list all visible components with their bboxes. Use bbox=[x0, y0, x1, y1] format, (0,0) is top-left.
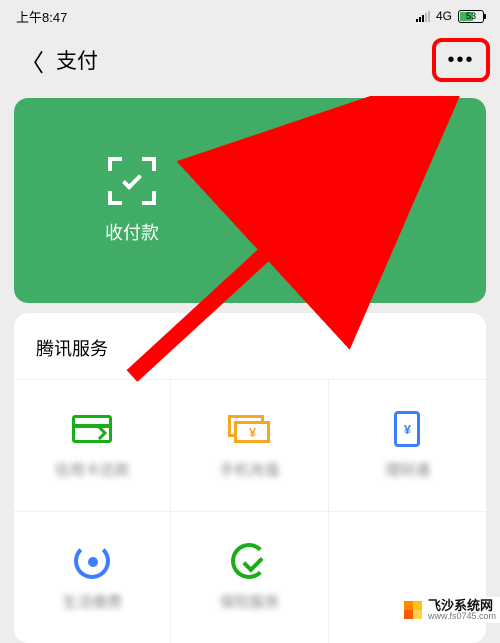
receive-pay-label: 收付款 bbox=[105, 219, 159, 245]
tencent-services-section: 腾讯服务 信用卡还款 ¥ 手机充值 ¥ 理财通 生活缴费 保险服务 bbox=[14, 313, 486, 643]
status-right: 4G 53 bbox=[416, 9, 484, 23]
wallet-label: 钱包 bbox=[350, 200, 386, 226]
watermark-url: www.fs0745.com bbox=[428, 612, 496, 621]
service-finance[interactable]: 生活缴费 bbox=[14, 511, 171, 643]
check-circle-icon bbox=[231, 543, 267, 579]
wallet-button[interactable]: 钱包 ￥0.00 bbox=[250, 98, 486, 303]
network-label: 4G bbox=[436, 9, 452, 23]
watermark: 飞沙系统网 www.fs0745.com bbox=[400, 597, 500, 623]
receive-pay-button[interactable]: 收付款 bbox=[14, 98, 250, 303]
coupon-icon: ¥ bbox=[228, 415, 270, 443]
swirl-icon bbox=[74, 543, 110, 579]
wallet-icon bbox=[342, 148, 394, 186]
scan-icon bbox=[108, 157, 156, 205]
service-label: 信用卡还款 bbox=[55, 459, 130, 480]
card-icon bbox=[72, 415, 112, 443]
service-label: 理财通 bbox=[385, 459, 430, 480]
nav-header: 〈 支付 ••• bbox=[0, 32, 500, 88]
payment-card: 收付款 钱包 ￥0.00 bbox=[14, 98, 486, 303]
section-title: 腾讯服务 bbox=[14, 335, 486, 379]
signal-icon bbox=[416, 10, 430, 22]
status-bar: 上午8:47 4G 53 bbox=[0, 0, 500, 32]
battery-icon: 53 bbox=[458, 10, 484, 23]
status-time: 上午8:47 bbox=[16, 7, 67, 26]
blank-icon bbox=[385, 554, 429, 590]
service-credit-card[interactable]: 信用卡还款 bbox=[14, 379, 171, 511]
service-phone-recharge[interactable]: ¥ 理财通 bbox=[329, 379, 486, 511]
service-label: 保险服务 bbox=[219, 591, 279, 612]
watermark-logo-icon bbox=[404, 601, 422, 619]
phone-icon: ¥ bbox=[394, 411, 420, 447]
service-coupon[interactable]: ¥ 手机充值 bbox=[171, 379, 328, 511]
service-label: 生活缴费 bbox=[62, 591, 122, 612]
service-blank[interactable] bbox=[329, 511, 486, 643]
wallet-balance: ￥0.00 bbox=[347, 240, 388, 260]
service-label: 手机充值 bbox=[219, 459, 279, 480]
service-insurance[interactable]: 保险服务 bbox=[171, 511, 328, 643]
more-button[interactable]: ••• bbox=[436, 42, 486, 78]
back-button[interactable]: 〈 bbox=[12, 39, 52, 82]
page-title: 支付 bbox=[56, 45, 98, 75]
